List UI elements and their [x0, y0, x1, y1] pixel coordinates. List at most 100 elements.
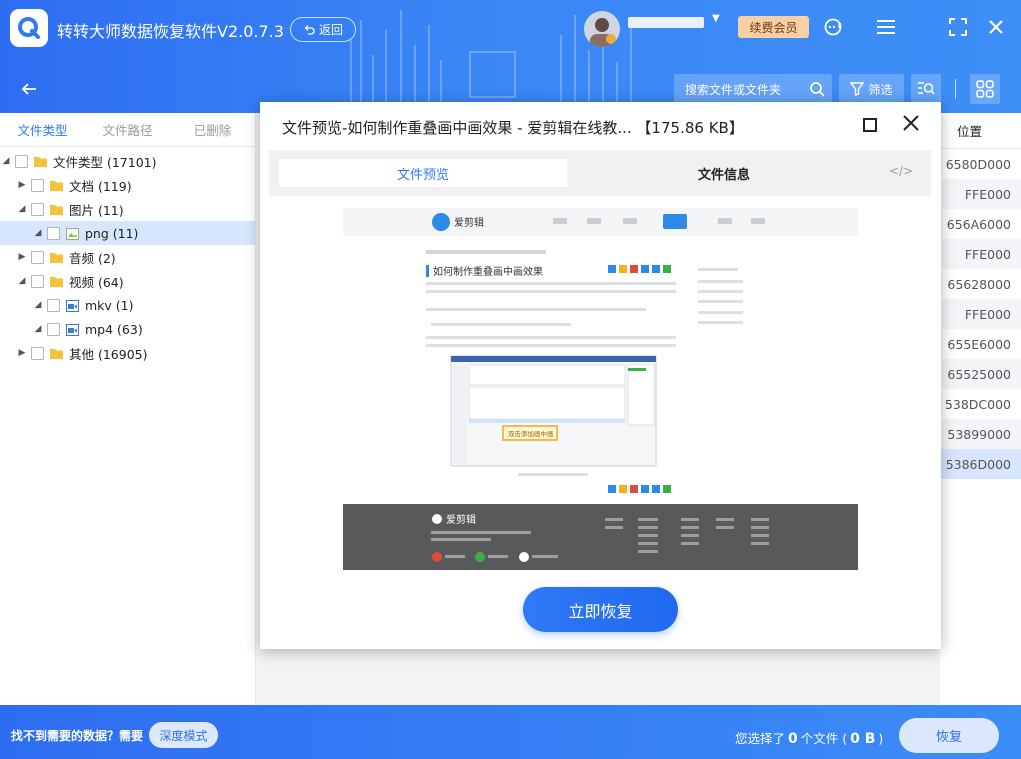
table-row[interactable]: 53899000: [940, 419, 1021, 449]
file-preview-dialog: 文件预览-如何制作重叠画中画效果 - 爱剪辑在线教... 【175.86 KB】…: [260, 102, 941, 649]
tree-item-label: 文件类型 (17101): [53, 154, 157, 170]
toolbar-divider: [955, 79, 956, 99]
arrow-left-icon[interactable]: [18, 78, 40, 100]
status-prefix: 您选择了: [735, 731, 786, 746]
folder-icon: [50, 276, 63, 287]
status-suffix: ): [878, 731, 884, 746]
filter-label: 筛选: [868, 82, 893, 97]
search-input[interactable]: 搜索文件或文件夹: [674, 74, 832, 104]
tree-item-documents[interactable]: ▶ 文档 (119): [0, 173, 255, 197]
tree-item-audio[interactable]: ▶ 音频 (2): [0, 245, 255, 269]
chevron-down-icon[interactable]: ▼: [712, 13, 720, 24]
search-placeholder: 搜索文件或文件夹: [685, 82, 782, 97]
table-row[interactable]: FFE000: [940, 299, 1021, 329]
list-search-button[interactable]: [911, 74, 941, 104]
footer-bar: 找不到需要的数据？需要 深度模式 您选择了 0 个文件 (0 B) 恢复: [0, 705, 1021, 759]
search-icon[interactable]: [809, 81, 825, 97]
filter-icon: [850, 82, 865, 96]
tree-item-label: 音频 (2): [69, 250, 116, 266]
recover-now-button[interactable]: 立即恢复: [523, 587, 678, 632]
tree-item-mkv[interactable]: ◢ mkv (1): [0, 293, 255, 317]
tree-item-images[interactable]: ◢ 图片 (11): [0, 197, 255, 221]
table-row[interactable]: 655E6000: [940, 329, 1021, 359]
selected-size: 0 B: [850, 731, 876, 747]
filter-button[interactable]: 筛选: [839, 74, 904, 104]
tree-item-png[interactable]: ◢ png (11): [0, 221, 255, 245]
video-file-icon: [66, 323, 79, 336]
close-icon[interactable]: [985, 16, 1007, 38]
back-button[interactable]: 返回: [290, 17, 356, 42]
table-row[interactable]: FFE000: [940, 179, 1021, 209]
back-icon: [304, 24, 315, 35]
renew-vip-button[interactable]: 续费会员: [738, 16, 809, 38]
selection-status: 您选择了 0 个文件 (0 B): [735, 728, 883, 747]
file-type-tree: ◢ 文件类型 (17101) ▶ 文档 (119) ◢ 图片 (11) ◢ pn…: [0, 147, 255, 365]
caret-right-icon[interactable]: ▶: [16, 180, 28, 190]
grid-view-icon: [976, 80, 994, 98]
checkbox[interactable]: [31, 178, 44, 192]
avatar[interactable]: [584, 11, 620, 47]
caret-down-icon[interactable]: ◢: [0, 156, 12, 166]
image-file-icon: [66, 227, 79, 240]
tree-item-label: png (11): [85, 225, 139, 241]
table-row[interactable]: 65628000: [940, 269, 1021, 299]
tab-file-preview[interactable]: 文件预览: [279, 159, 567, 187]
tree-item-label: mp4 (63): [85, 321, 143, 337]
checkbox[interactable]: [31, 250, 44, 264]
caret-right-icon[interactable]: ▶: [16, 252, 28, 262]
position-header: 位置: [940, 113, 1021, 149]
tree-item-label: mkv (1): [85, 297, 134, 313]
checkbox[interactable]: [47, 226, 60, 240]
table-row[interactable]: 538DC000: [940, 389, 1021, 419]
app-logo: [10, 9, 48, 47]
table-row-selected[interactable]: 5386D000: [940, 449, 1021, 479]
tab-file-type[interactable]: 文件类型: [0, 113, 85, 146]
caret-down-icon[interactable]: ◢: [16, 204, 28, 214]
preview-inner-caption: 双击添加画中画: [508, 429, 554, 438]
tree-item-video[interactable]: ◢ 视频 (64): [0, 269, 255, 293]
title-bar: 转转大师数据恢复软件V2.0.7.3 返回 ▼ 续费会员 搜索文件或文件夹 筛选: [0, 0, 1021, 113]
video-file-icon: [66, 299, 79, 312]
folder-icon: [50, 204, 63, 215]
restore-button[interactable]: 恢复: [899, 718, 999, 753]
maximize-icon[interactable]: [947, 16, 969, 38]
folder-icon: [34, 156, 47, 167]
close-icon[interactable]: [901, 113, 921, 133]
tree-item-mp4[interactable]: ◢ mp4 (63): [0, 317, 255, 341]
deep-mode-button[interactable]: 深度模式: [149, 722, 218, 748]
grid-view-button[interactable]: [970, 74, 1000, 104]
checkbox[interactable]: [47, 322, 60, 336]
table-row[interactable]: FFE000: [940, 239, 1021, 269]
caret-down-icon[interactable]: ◢: [16, 276, 28, 286]
image-preview: 爱剪辑 如何制作重叠画中画效果 双击添加画中画 爱剪辑: [343, 208, 858, 570]
tree-item-label: 视频 (64): [69, 274, 124, 290]
tree-item-other[interactable]: ▶ 其他 (16905): [0, 341, 255, 365]
checkbox[interactable]: [31, 202, 44, 216]
caret-down-icon[interactable]: ◢: [32, 300, 44, 310]
support-icon[interactable]: [822, 16, 844, 38]
table-row[interactable]: 6580D000: [940, 149, 1021, 179]
maximize-icon[interactable]: [863, 118, 877, 132]
checkbox[interactable]: [15, 154, 28, 168]
folder-icon: [50, 348, 63, 359]
preview-webpage-image: 爱剪辑 如何制作重叠画中画效果 双击添加画中画 爱剪辑: [343, 208, 858, 570]
checkbox[interactable]: [31, 346, 44, 360]
tree-item-all-types[interactable]: ◢ 文件类型 (17101): [0, 149, 255, 173]
code-view-icon[interactable]: </>: [889, 164, 913, 178]
menu-icon[interactable]: [875, 16, 897, 38]
checkbox[interactable]: [47, 298, 60, 312]
tab-file-info[interactable]: 文件信息: [569, 159, 879, 187]
caret-down-icon[interactable]: ◢: [32, 324, 44, 334]
selected-count: 0: [788, 731, 798, 747]
position-column: 位置 6580D000 FFE000 656A6000 FFE000 65628…: [940, 113, 1021, 705]
caret-down-icon[interactable]: ◢: [32, 228, 44, 238]
checkbox[interactable]: [31, 274, 44, 288]
back-label: 返回: [318, 23, 343, 37]
tab-file-path[interactable]: 文件路径: [85, 113, 170, 146]
tree-item-label: 图片 (11): [69, 202, 124, 218]
table-row[interactable]: 656A6000: [940, 209, 1021, 239]
tab-deleted[interactable]: 已删除: [170, 113, 255, 146]
folder-icon: [50, 180, 63, 191]
table-row[interactable]: 65525000: [940, 359, 1021, 389]
caret-right-icon[interactable]: ▶: [16, 348, 28, 358]
